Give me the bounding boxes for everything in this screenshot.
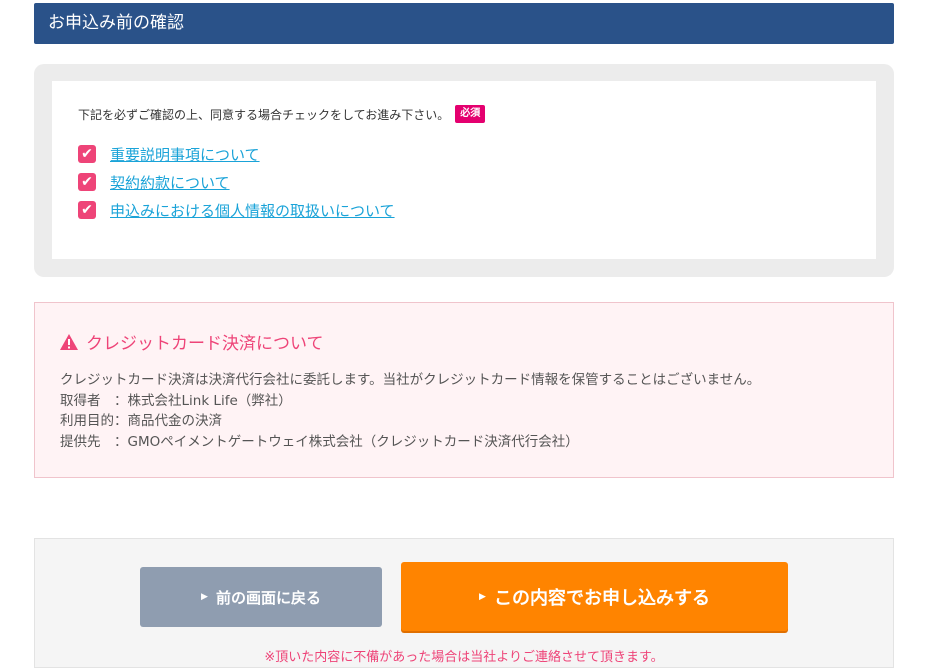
checkmark-icon: ✔	[81, 174, 93, 190]
checkbox-important-terms[interactable]: ✔	[78, 145, 96, 163]
back-button[interactable]: ▶ 前の画面に戻る	[140, 567, 382, 627]
checkmark-icon: ✔	[81, 202, 93, 218]
section-header: お申込み前の確認	[34, 3, 894, 44]
consent-panel: 下記を必ずご確認の上、同意する場合チェックをしてお進み下さい。 必須 ✔ 重要説…	[34, 64, 894, 277]
instruction-text: 下記を必ずご確認の上、同意する場合チェックをしてお進み下さい。	[78, 107, 450, 122]
checkbox-contract-terms[interactable]: ✔	[78, 173, 96, 191]
consent-inner-panel: 下記を必ずご確認の上、同意する場合チェックをしてお進み下さい。 必須 ✔ 重要説…	[52, 81, 876, 259]
required-badge: 必須	[455, 105, 486, 123]
consent-item-important-terms: ✔ 重要説明事項について	[78, 140, 850, 168]
link-privacy[interactable]: 申込みにおける個人情報の取扱いについて	[110, 200, 395, 221]
submit-button-label: この内容でお申し込みする	[493, 587, 710, 609]
checkmark-icon: ✔	[81, 146, 93, 162]
arrow-right-icon: ▶	[479, 591, 486, 602]
notice-line: 取得者 ：株式会社Link Life（弊社）	[60, 392, 292, 409]
warning-icon	[60, 333, 78, 350]
consent-checklist: ✔ 重要説明事項について ✔ 契約約款について ✔ 申込みにおける個人情報の取扱…	[78, 140, 850, 224]
back-button-label: 前の画面に戻る	[215, 588, 321, 607]
consent-item-contract-terms: ✔ 契約約款について	[78, 168, 850, 196]
link-important-terms[interactable]: 重要説明事項について	[110, 144, 260, 165]
link-contract-terms[interactable]: 契約約款について	[110, 172, 230, 193]
notice-body: クレジットカード決済は決済代行会社に委託します。当社がクレジットカード情報を保管…	[60, 370, 868, 452]
contact-note: ※頂いた内容に不備があった場合は当社よりご連絡させて頂きます。	[264, 650, 664, 665]
notice-line: クレジットカード決済は決済代行会社に委託します。当社がクレジットカード情報を保管…	[60, 372, 761, 388]
credit-card-notice: クレジットカード決済について クレジットカード決済は決済代行会社に委託します。当…	[34, 302, 894, 478]
notice-title: クレジットカード決済について	[86, 334, 324, 354]
checkbox-privacy[interactable]: ✔	[78, 201, 96, 219]
consent-instruction: 下記を必ずご確認の上、同意する場合チェックをしてお進み下さい。 必須	[78, 105, 850, 123]
section-title: お申込み前の確認	[48, 13, 184, 33]
action-area: ▶ 前の画面に戻る ▶ この内容でお申し込みする ※頂いた内容に不備があった場合…	[34, 538, 894, 668]
notice-heading: クレジットカード決済について	[60, 329, 868, 354]
consent-item-privacy: ✔ 申込みにおける個人情報の取扱いについて	[78, 196, 850, 224]
submit-button[interactable]: ▶ この内容でお申し込みする	[401, 562, 788, 631]
notice-line: 提供先 ：GMOペイメントゲートウェイ株式会社（クレジットカード決済代行会社）	[60, 433, 579, 450]
notice-line: 利用目的：商品代金の決済	[60, 413, 222, 429]
arrow-right-icon: ▶	[201, 592, 208, 602]
